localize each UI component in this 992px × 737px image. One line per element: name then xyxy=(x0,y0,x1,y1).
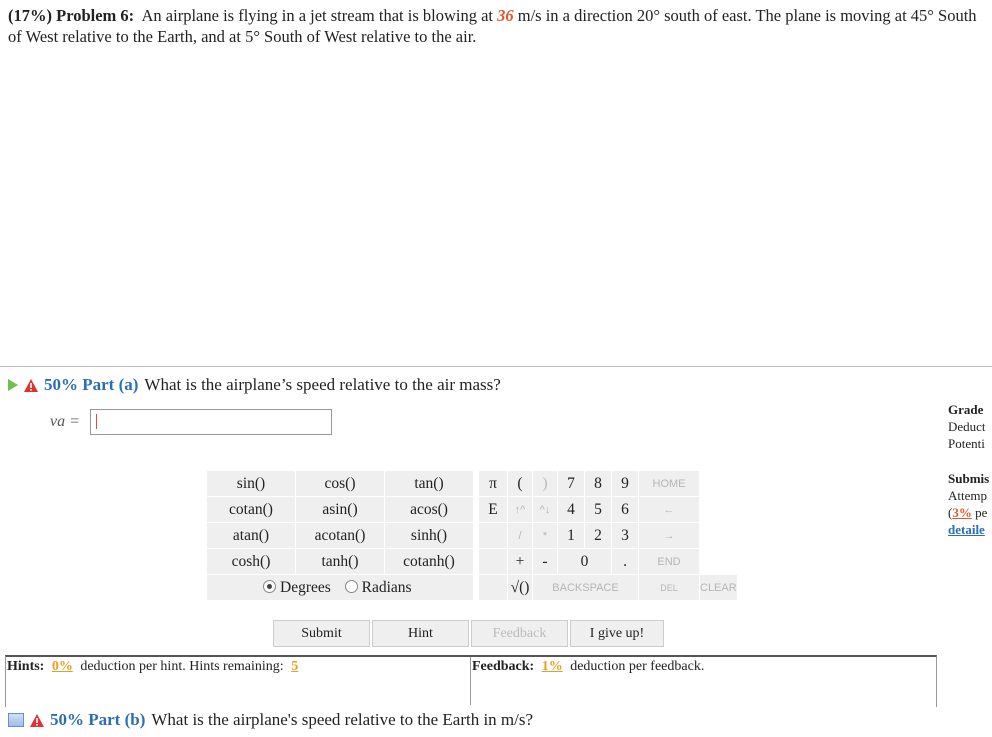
key-6[interactable]: 6 xyxy=(611,496,639,523)
answer-variable-label: va = xyxy=(50,413,80,430)
warning-icon xyxy=(24,378,38,392)
part-b-question: What is the airplane's speed relative to… xyxy=(151,710,534,729)
key-acos[interactable]: acos() xyxy=(384,496,474,523)
part-b-header: 50% Part (b) What is the airplane's spee… xyxy=(8,710,533,730)
key-empty xyxy=(478,574,508,601)
key-5[interactable]: 5 xyxy=(584,496,612,523)
key-asin[interactable]: asin() xyxy=(295,496,385,523)
key-cotan[interactable]: cotan() xyxy=(206,496,296,523)
collapse-icon[interactable] xyxy=(8,713,24,727)
part-a-percent: 50% Part (a) xyxy=(44,375,139,394)
hints-text: deduction per hint. Hints remaining: xyxy=(80,659,284,674)
key-tan[interactable]: tan() xyxy=(384,470,474,497)
part-a-question: What is the airplane’s speed relative to… xyxy=(144,375,501,394)
detailed-view-link[interactable]: detaile xyxy=(948,522,985,537)
key-home[interactable]: HOME xyxy=(638,470,700,497)
hints-label: Hints: xyxy=(7,659,45,674)
key-end[interactable]: END xyxy=(638,548,700,575)
feedback-info: Feedback: 1% deduction per feedback. xyxy=(472,659,704,675)
attempts-label: Attemp xyxy=(948,488,987,503)
hints-info: Hints: 0% deduction per hint. Hints rema… xyxy=(7,659,302,675)
feedback-label: Feedback: xyxy=(472,659,535,674)
key-left-arrow[interactable]: ← xyxy=(638,496,700,523)
key-clear[interactable]: CLEAR xyxy=(699,574,738,601)
key-close-paren[interactable]: ) xyxy=(532,470,558,497)
give-up-button[interactable]: I give up! xyxy=(570,620,664,647)
key-cotanh[interactable]: cotanh() xyxy=(384,548,474,575)
submit-button[interactable]: Submit xyxy=(273,620,370,647)
hint-button[interactable]: Hint xyxy=(372,620,469,647)
key-sinh[interactable]: sinh() xyxy=(384,522,474,549)
key-down-arrow[interactable]: ^↓ xyxy=(532,496,558,523)
key-cosh[interactable]: cosh() xyxy=(206,548,296,575)
key-0[interactable]: 0 xyxy=(557,548,612,575)
feedback-button[interactable]: Feedback xyxy=(471,620,568,647)
key-2[interactable]: 2 xyxy=(584,522,612,549)
feedback-deduction: 1% xyxy=(541,659,563,674)
play-icon[interactable] xyxy=(8,379,18,391)
key-pi[interactable]: π xyxy=(478,470,508,497)
key-divide[interactable]: / xyxy=(507,522,533,549)
part-b-percent: 50% Part (b) xyxy=(50,710,146,729)
hints-remaining: 5 xyxy=(291,659,299,674)
key-dot[interactable]: . xyxy=(611,548,639,575)
problem-text-1: An airplane is flying in a jet stream th… xyxy=(141,6,493,25)
potential-label: Potenti xyxy=(948,436,985,451)
key-del[interactable]: DEL xyxy=(638,574,700,601)
key-plus[interactable]: + xyxy=(507,548,533,575)
key-acotan[interactable]: acotan() xyxy=(295,522,385,549)
key-backspace[interactable]: BACKSPACE xyxy=(532,574,639,601)
key-1[interactable]: 1 xyxy=(557,522,585,549)
hint-deduction: 0% xyxy=(51,659,73,674)
grade-label: Grade xyxy=(948,402,984,417)
answer-input[interactable] xyxy=(90,409,332,435)
feedback-text: deduction per feedback. xyxy=(570,659,705,674)
degrees-radio[interactable] xyxy=(263,580,276,594)
divider xyxy=(470,657,471,705)
angle-mode-row: Degrees Radians xyxy=(206,574,474,601)
deduction-label: Deduct xyxy=(948,419,986,434)
radians-radio[interactable] xyxy=(344,580,358,594)
warning-icon xyxy=(30,713,44,727)
part-a-header: 50% Part (a) What is the airplane’s spee… xyxy=(8,375,501,395)
key-empty xyxy=(478,522,508,549)
key-open-paren[interactable]: ( xyxy=(507,470,533,497)
key-atan[interactable]: atan() xyxy=(206,522,296,549)
key-8[interactable]: 8 xyxy=(584,470,612,497)
key-up-arrow[interactable]: ↑^ xyxy=(507,496,533,523)
key-multiply[interactable]: * xyxy=(532,522,558,549)
calculator-keypad: sin() cos() tan() π ( ) 7 8 9 HOME cotan… xyxy=(206,470,738,601)
key-7[interactable]: 7 xyxy=(557,470,585,497)
key-9[interactable]: 9 xyxy=(611,470,639,497)
attempt-penalty: 3% xyxy=(952,505,972,520)
radians-label: Radians xyxy=(361,578,412,596)
key-3[interactable]: 3 xyxy=(611,522,639,549)
key-empty xyxy=(478,548,508,575)
key-sqrt[interactable]: √() xyxy=(507,574,533,601)
problem-prefix: (17%) Problem 6: xyxy=(8,6,135,25)
grade-summary: Grade Deduct Potenti xyxy=(948,401,992,452)
key-cos[interactable]: cos() xyxy=(295,470,385,497)
key-4[interactable]: 4 xyxy=(557,496,585,523)
key-tanh[interactable]: tanh() xyxy=(295,548,385,575)
key-e[interactable]: E xyxy=(478,496,508,523)
submissions-summary: Submis Attemp (3% pe detaile xyxy=(948,471,990,537)
problem-statement: (17%) Problem 6: An airplane is flying i… xyxy=(8,5,988,47)
submissions-label: Submis xyxy=(948,471,990,486)
wind-speed-value: 36 xyxy=(497,6,514,25)
key-right-arrow[interactable]: → xyxy=(638,522,700,549)
key-sin[interactable]: sin() xyxy=(206,470,296,497)
attempt-penalty-rest: pe xyxy=(971,505,988,520)
key-minus[interactable]: - xyxy=(532,548,558,575)
divider xyxy=(0,366,992,367)
degrees-label: Degrees xyxy=(280,578,331,596)
